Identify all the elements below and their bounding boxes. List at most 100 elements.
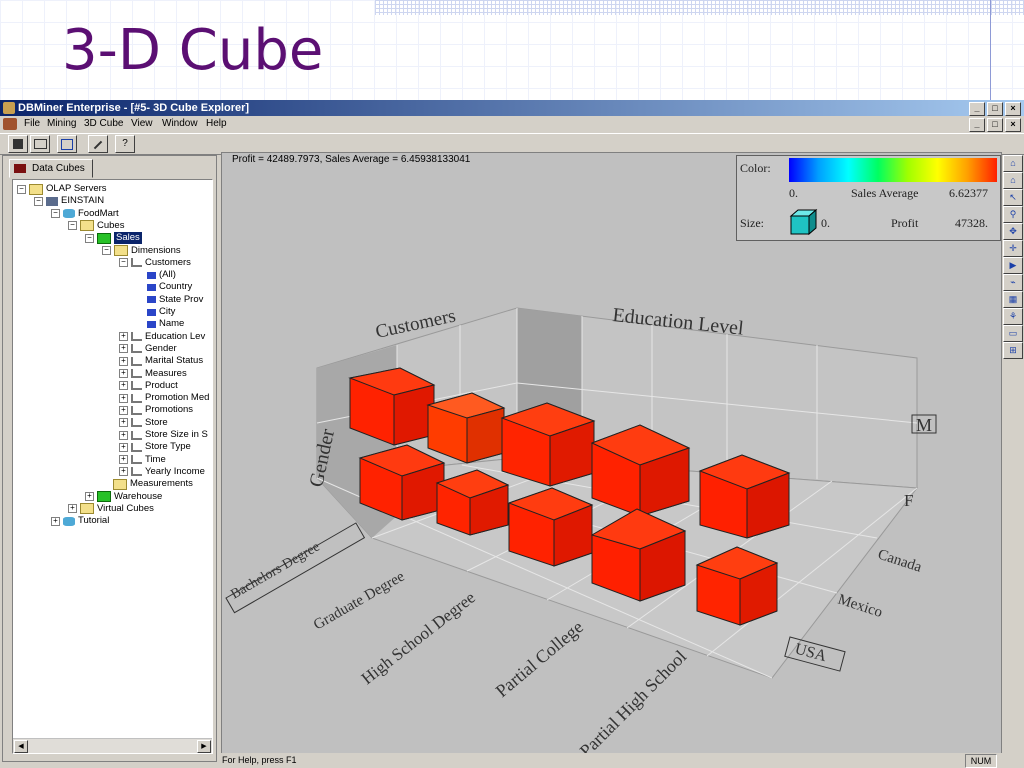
cube-m-high-school[interactable] <box>500 402 596 487</box>
collapse-icon[interactable]: − <box>51 209 60 219</box>
expand-icon[interactable]: + <box>119 393 128 403</box>
gender-label-m[interactable]: M <box>916 415 932 435</box>
expand-icon[interactable]: + <box>119 356 128 366</box>
tree-node[interactable]: + Store Size in S <box>119 429 208 441</box>
print-button[interactable] <box>30 135 50 153</box>
collapse-icon[interactable]: − <box>85 233 94 243</box>
tree-node[interactable]: − FoodMart <box>51 208 119 220</box>
tree-node[interactable]: + Promotion Med <box>119 392 209 404</box>
tree-node[interactable]: − OLAP Servers <box>17 183 107 195</box>
close-button[interactable]: × <box>1005 102 1021 116</box>
expand-icon[interactable]: + <box>119 455 128 465</box>
education-label-partial-college[interactable]: Partial College <box>492 617 587 701</box>
expand-icon[interactable]: + <box>119 418 128 428</box>
menu-help[interactable]: Help <box>206 116 227 132</box>
home-tool[interactable]: ⌂ <box>1003 155 1023 172</box>
tree-node[interactable]: − Sales <box>85 232 142 245</box>
cube-tree[interactable]: − OLAP Servers − EINSTAIN − FoodMart − Cubes − Sa… <box>12 179 213 754</box>
cube-m-partial-high-school[interactable] <box>698 454 791 539</box>
menu-view[interactable]: View <box>131 116 153 132</box>
expand-icon[interactable]: + <box>119 381 128 391</box>
chart-tool[interactable]: ⊞ <box>1003 342 1023 359</box>
tree-node[interactable]: + Yearly Income <box>119 466 205 478</box>
tree-node[interactable]: Country <box>136 281 192 293</box>
move-tool[interactable]: ✛ <box>1003 240 1023 257</box>
gender-label-f[interactable]: F <box>904 491 913 510</box>
cube-f-graduate[interactable] <box>435 469 510 536</box>
tree-node[interactable]: − Cubes <box>68 220 124 232</box>
tree-node[interactable]: + Marital Status <box>119 355 203 367</box>
expand-icon[interactable]: + <box>51 516 60 526</box>
filter-tool[interactable]: ⚘ <box>1003 308 1023 325</box>
scroll-right-arrow-icon[interactable]: ▶ <box>197 740 211 753</box>
education-label-bachelors[interactable]: Bachelors Degree <box>229 540 323 603</box>
collapse-icon[interactable]: − <box>34 196 43 206</box>
tree-node[interactable]: State Prov <box>136 294 203 306</box>
tree-node[interactable]: Measurements <box>102 478 193 490</box>
play-tool[interactable]: ▶ <box>1003 257 1023 274</box>
tree-node[interactable]: City <box>136 306 175 318</box>
education-label-high-school[interactable]: High School Degree <box>358 588 479 688</box>
tree-node[interactable]: − EINSTAIN <box>34 195 104 207</box>
collapse-icon[interactable]: − <box>17 184 26 194</box>
window-titlebar[interactable]: DBMiner Enterprise - [#5- 3D Cube Explor… <box>0 100 1024 116</box>
collapse-icon[interactable]: − <box>119 258 128 268</box>
country-label-usa[interactable]: USA <box>793 640 829 665</box>
save-button[interactable] <box>8 135 28 153</box>
tree-node[interactable]: + Warehouse <box>85 491 162 503</box>
tree-node[interactable]: + Time <box>119 454 166 466</box>
tree-node[interactable]: + Education Lev <box>119 331 205 343</box>
expand-icon[interactable]: + <box>119 430 128 440</box>
tree-node[interactable]: (All) <box>136 269 176 281</box>
grid-tool[interactable]: ▦ <box>1003 291 1023 308</box>
zoom-tool[interactable]: ⚲ <box>1003 206 1023 223</box>
maximize-button[interactable]: □ <box>987 102 1003 116</box>
tree-node[interactable]: + Measures <box>119 368 187 380</box>
tree-node[interactable]: + Promotions <box>119 404 193 416</box>
cube-3d-chart[interactable]: Customers Education Level Gender M F Can… <box>222 153 1001 758</box>
expand-icon[interactable]: + <box>119 332 128 342</box>
tree-horizontal-scrollbar[interactable]: ◀ ▶ <box>13 738 212 753</box>
scroll-left-arrow-icon[interactable]: ◀ <box>14 740 28 753</box>
home-alt-tool[interactable]: ⌂ <box>1003 172 1023 189</box>
tree-node[interactable]: − Dimensions <box>102 245 181 257</box>
cube-f-high-school[interactable] <box>507 487 594 567</box>
education-label-graduate[interactable]: Graduate Degree <box>311 568 408 633</box>
pointer-tool[interactable]: ↖ <box>1003 189 1023 206</box>
education-label-partial-high-school[interactable]: Partial High School <box>576 646 691 758</box>
child-close-button[interactable]: × <box>1005 118 1021 132</box>
expand-icon[interactable]: + <box>119 442 128 452</box>
document-icon[interactable] <box>3 118 17 130</box>
tree-node[interactable]: + Tutorial <box>51 515 109 527</box>
slider-tool[interactable]: ▭ <box>1003 325 1023 342</box>
properties-button[interactable] <box>57 135 77 153</box>
expand-icon[interactable]: + <box>119 405 128 415</box>
expand-icon[interactable]: + <box>119 467 128 477</box>
tree-node[interactable]: + Store Type <box>119 441 191 453</box>
menu-mining[interactable]: Mining <box>47 116 76 132</box>
collapse-icon[interactable]: − <box>102 246 111 255</box>
tree-node[interactable]: Name <box>136 318 184 330</box>
child-minimize-button[interactable]: _ <box>969 118 985 132</box>
expand-icon[interactable]: + <box>68 504 77 514</box>
tree-node[interactable]: − Customers <box>119 257 191 269</box>
expand-icon[interactable]: + <box>119 344 128 354</box>
tree-node[interactable]: + Product <box>119 380 178 392</box>
menu-3d-cube[interactable]: 3D Cube <box>84 116 123 132</box>
drill-tool[interactable]: ⌁ <box>1003 274 1023 291</box>
minimize-button[interactable]: _ <box>969 102 985 116</box>
cube-explorer-view[interactable]: Profit = 42489.7973, Sales Average = 6.4… <box>221 152 1002 759</box>
expand-icon[interactable]: + <box>85 492 94 501</box>
tab-data-cubes[interactable]: Data Cubes <box>9 159 93 178</box>
child-restore-button[interactable]: □ <box>987 118 1003 132</box>
expand-icon[interactable]: + <box>119 369 128 378</box>
menu-file[interactable]: File <box>24 116 40 132</box>
collapse-icon[interactable]: − <box>68 221 77 231</box>
tree-node[interactable]: + Store <box>119 417 168 429</box>
tree-node[interactable]: + Virtual Cubes <box>68 503 154 515</box>
wizard-button[interactable] <box>88 135 108 153</box>
tree-node[interactable]: + Gender <box>119 343 177 355</box>
country-label-canada[interactable]: Canada <box>876 547 924 576</box>
cube-m-graduate[interactable] <box>426 392 506 464</box>
rotate-tool[interactable]: ✥ <box>1003 223 1023 240</box>
